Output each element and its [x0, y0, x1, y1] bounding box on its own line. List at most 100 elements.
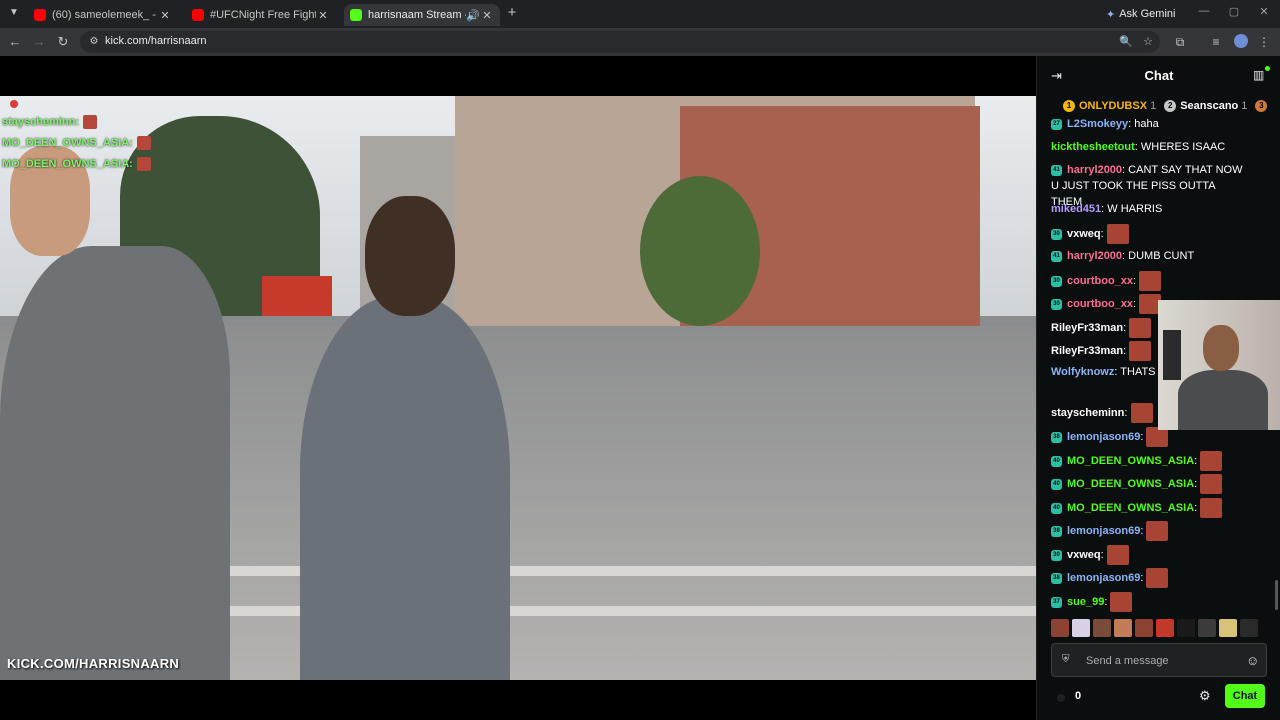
- minimize-icon[interactable]: —: [1196, 5, 1212, 17]
- tab-kick[interactable]: harrisnaam Stream - Watch 🔊 ✕: [344, 4, 500, 26]
- bookmark-star-icon[interactable]: ☆: [1140, 34, 1156, 50]
- emote-icon: [1130, 403, 1153, 423]
- chat-text: WHERES ISAAC: [1140, 141, 1226, 153]
- subscriber-badge-icon: 37: [1051, 596, 1062, 608]
- emote-button[interactable]: [1240, 619, 1258, 637]
- chat-username[interactable]: L2Smokeyy: [1067, 118, 1128, 130]
- chat-username[interactable]: lemonjason69: [1067, 525, 1140, 537]
- emote-button[interactable]: [1114, 619, 1132, 637]
- chat-username[interactable]: miked451: [1051, 203, 1101, 215]
- close-tab-icon[interactable]: ✕: [316, 9, 330, 22]
- gifter-count: 1: [1150, 100, 1157, 112]
- profile-avatar[interactable]: [1234, 34, 1248, 48]
- emote-button[interactable]: [1198, 619, 1216, 637]
- rank-badge: 1: [1063, 100, 1075, 112]
- chat-username[interactable]: vxweq: [1067, 549, 1101, 561]
- points-count: 0: [1075, 690, 1082, 702]
- chat-username[interactable]: kickthesheetout: [1051, 141, 1135, 153]
- chat-username[interactable]: lemonjason69: [1067, 431, 1140, 443]
- emote-icon: [1200, 474, 1223, 494]
- subscriber-badge-icon: 40: [1051, 478, 1062, 490]
- new-tab-button[interactable]: +: [504, 5, 520, 21]
- subscriber-badge-icon: 38: [1051, 431, 1062, 443]
- chat-scrollbar[interactable]: [1275, 580, 1278, 610]
- shield-icon[interactable]: ⛨: [1062, 654, 1074, 666]
- emote-button[interactable]: [1135, 619, 1153, 637]
- chat-username[interactable]: vxweq: [1067, 228, 1101, 240]
- chat-message: 40 MO_DEEN_OWNS_ASIA:: [1051, 451, 1247, 471]
- emote-button[interactable]: [1072, 619, 1090, 637]
- tab-title: harrisnaam Stream - Watch: [368, 9, 466, 21]
- video-frame[interactable]: stayscheminn: MO_DEEN_OWNS_ASIA: MO_DEEN…: [0, 96, 1036, 680]
- emote-icon: [1139, 271, 1162, 291]
- chat-message: miked451: W HARRIS: [1051, 201, 1247, 217]
- maximize-icon[interactable]: ▢: [1226, 5, 1242, 18]
- chat-colon: :: [1124, 406, 1131, 419]
- ask-gemini-button[interactable]: ✦ Ask Gemini: [1106, 5, 1175, 23]
- send-chat-button[interactable]: Chat: [1225, 684, 1265, 708]
- chat-username[interactable]: lemonjason69: [1067, 572, 1140, 584]
- emote-icon: [1146, 427, 1169, 447]
- url-text[interactable]: kick.com/harrisnaarn: [105, 35, 206, 47]
- subscriber-badge-icon: 41: [1051, 250, 1062, 262]
- chat-username[interactable]: MO_DEEN_OWNS_ASIA: [1067, 455, 1194, 467]
- site-info-icon[interactable]: ⚙: [86, 34, 102, 50]
- chat-username[interactable]: harryl2000: [1067, 250, 1122, 262]
- tab-youtube[interactable]: (60) sameolemeek_ - YouTube ✕: [28, 4, 178, 26]
- address-bar[interactable]: ⚙ kick.com/harrisnaarn 🔍 ☆: [80, 31, 1160, 53]
- reload-icon[interactable]: ↻: [54, 33, 72, 51]
- chat-username[interactable]: MO_DEEN_OWNS_ASIA: [1067, 502, 1194, 514]
- emote-button[interactable]: [1219, 619, 1237, 637]
- forward-icon[interactable]: →: [30, 33, 48, 51]
- gifter-name[interactable]: ONLYDUBSX: [1079, 100, 1147, 112]
- tab-ufc[interactable]: #UFCNight Free Fight: McMillen ✕: [186, 4, 336, 26]
- subscriber-badge-icon: 40: [1051, 502, 1062, 514]
- chat-username[interactable]: sue_99: [1067, 596, 1104, 608]
- chat-text: haha: [1134, 118, 1159, 130]
- chat-username[interactable]: harryl2000: [1067, 164, 1122, 176]
- emote-button[interactable]: [1093, 619, 1111, 637]
- chat-username[interactable]: MO_DEEN_OWNS_ASIA: [1067, 478, 1194, 490]
- chat-username[interactable]: RileyFr33man: [1051, 322, 1123, 334]
- subscriber-badge-icon: 30: [1051, 228, 1062, 240]
- chat-message: 40 MO_DEEN_OWNS_ASIA:: [1051, 474, 1247, 494]
- chat-text: DUMB CUNT: [1128, 250, 1195, 262]
- emote-button[interactable]: [1156, 619, 1174, 637]
- chat-username[interactable]: RileyFr33man: [1051, 345, 1123, 357]
- chat-username[interactable]: courtboo_xx: [1067, 275, 1133, 287]
- gifter-name[interactable]: Seanscano: [1180, 100, 1238, 112]
- menu-icon[interactable]: ⋮: [1256, 34, 1272, 50]
- chat-username[interactable]: Wolfyknowz: [1051, 366, 1114, 378]
- subscriber-badge-icon: 30: [1051, 275, 1062, 287]
- emote: [136, 157, 151, 172]
- emote-icon: [1146, 568, 1169, 588]
- message-input[interactable]: [1086, 652, 1236, 670]
- mute-tab-icon[interactable]: 🔊: [466, 9, 480, 22]
- media-controls-icon[interactable]: ≡: [1208, 34, 1224, 50]
- person-left: [0, 246, 230, 680]
- emote-button[interactable]: [1177, 619, 1195, 637]
- tab-title: (60) sameolemeek_ - YouTube: [52, 9, 158, 21]
- chat-message: 30 vxweq:: [1051, 545, 1247, 565]
- back-icon[interactable]: ←: [6, 33, 24, 51]
- emote-icon: [1106, 545, 1129, 565]
- browser-toolbar: ← → ↻ ⚙ kick.com/harrisnaarn 🔍 ☆ ⧉ ≡ ⋮: [0, 28, 1280, 56]
- settings-icon[interactable]: ⚙: [1199, 688, 1211, 704]
- emote-button[interactable]: [1051, 619, 1069, 637]
- chat-username[interactable]: stayscheminn: [1051, 407, 1124, 419]
- extensions-icon[interactable]: ⧉: [1172, 34, 1188, 50]
- zoom-icon[interactable]: 🔍: [1118, 34, 1134, 50]
- emote-icon: [1110, 592, 1133, 612]
- rank-badge: 3: [1255, 100, 1268, 112]
- chatters-icon[interactable]: ▥: [1253, 66, 1271, 82]
- chat-username[interactable]: courtboo_xx: [1067, 298, 1133, 310]
- chat-message: 38 lemonjason69:: [1051, 427, 1247, 447]
- emoji-icon[interactable]: ☺: [1246, 653, 1259, 668]
- close-window-icon[interactable]: ✕: [1256, 5, 1272, 18]
- close-tab-icon[interactable]: ✕: [158, 9, 172, 22]
- close-tab-icon[interactable]: ✕: [480, 9, 494, 22]
- tab-search-icon[interactable]: ▼: [6, 5, 22, 21]
- video-player[interactable]: stayscheminn: MO_DEEN_OWNS_ASIA: MO_DEEN…: [0, 56, 1036, 720]
- emote: [136, 136, 151, 151]
- kick-points-icon[interactable]: [1057, 694, 1065, 702]
